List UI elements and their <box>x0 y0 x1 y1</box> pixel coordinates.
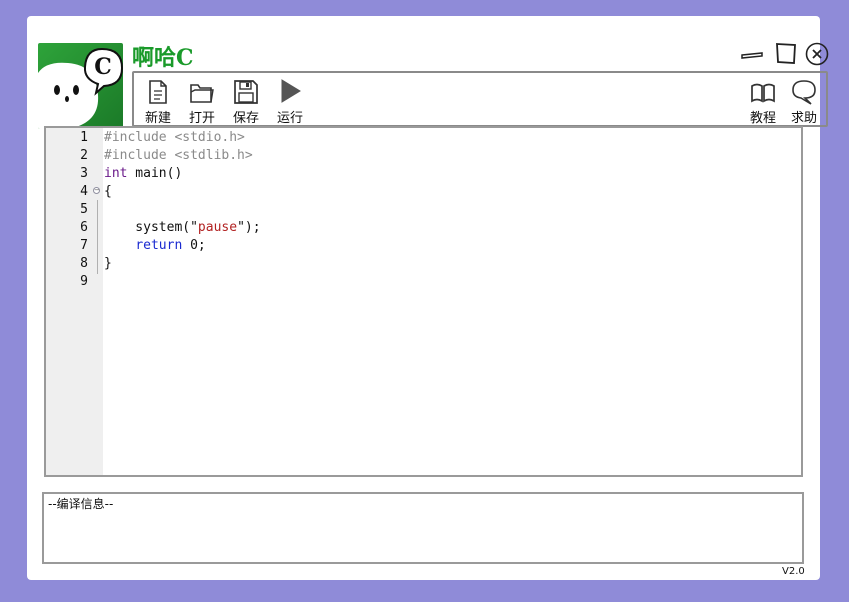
line-number: 5 <box>80 202 88 217</box>
help-label: 求助 <box>790 111 817 126</box>
help-button[interactable]: 求助 <box>784 77 824 126</box>
new-file-icon <box>149 80 167 104</box>
code-line[interactable]: { <box>104 183 112 201</box>
tutorial-label: 教程 <box>749 111 776 126</box>
open-file-label: 打开 <box>188 111 215 126</box>
line-number: 8 <box>80 256 88 271</box>
code-line[interactable]: #include <stdlib.h> <box>104 147 253 165</box>
minimize-icon <box>741 52 763 59</box>
close-icon <box>805 42 829 66</box>
code-line[interactable]: } <box>104 255 112 273</box>
open-file-button[interactable]: 打开 <box>182 77 222 126</box>
save-icon <box>234 80 258 104</box>
save-file-button[interactable]: 保存 <box>226 77 266 126</box>
version-label: V2.0 <box>782 566 805 577</box>
code-line[interactable]: #include <stdio.h> <box>104 129 245 147</box>
code-editor[interactable]: − 1 #include <stdio.h> 2 #include <stdli… <box>44 126 803 477</box>
code-line[interactable]: system("pause"); <box>104 219 260 237</box>
fold-guide <box>97 200 98 274</box>
line-number: 4 <box>80 184 88 199</box>
maximize-button[interactable] <box>775 42 797 66</box>
line-number: 3 <box>80 166 88 181</box>
book-icon <box>751 83 775 103</box>
run-button[interactable]: 运行 <box>270 77 310 126</box>
new-file-label: 新建 <box>144 111 171 126</box>
folder-open-icon <box>190 84 214 103</box>
compile-output-panel[interactable]: --编译信息-- <box>42 492 804 564</box>
code-line[interactable]: int main() <box>104 165 182 183</box>
app-title: 啊哈C <box>132 45 194 71</box>
maximize-icon <box>776 43 796 64</box>
line-number: 6 <box>80 220 88 235</box>
new-file-button[interactable]: 新建 <box>138 77 178 126</box>
play-icon <box>281 79 301 103</box>
logo-face-icon: C <box>38 47 123 129</box>
logo-letter: C <box>94 54 112 80</box>
run-label: 运行 <box>276 111 303 126</box>
app-logo: C <box>38 43 123 129</box>
minimize-button[interactable] <box>740 42 764 66</box>
compile-output-text: --编译信息-- <box>48 497 114 511</box>
line-number: 7 <box>80 238 88 253</box>
line-number: 9 <box>80 274 88 289</box>
toolbar: 新建 打开 保存 运行 教程 求助 <box>132 71 828 127</box>
code-line[interactable]: return 0; <box>104 237 205 255</box>
line-number: 1 <box>80 130 88 145</box>
fold-collapse-icon[interactable]: − <box>93 187 100 194</box>
save-file-label: 保存 <box>232 111 259 126</box>
speech-bubble-icon <box>792 80 816 105</box>
close-button[interactable] <box>805 42 829 66</box>
tutorial-button[interactable]: 教程 <box>743 77 783 126</box>
line-number: 2 <box>80 148 88 163</box>
